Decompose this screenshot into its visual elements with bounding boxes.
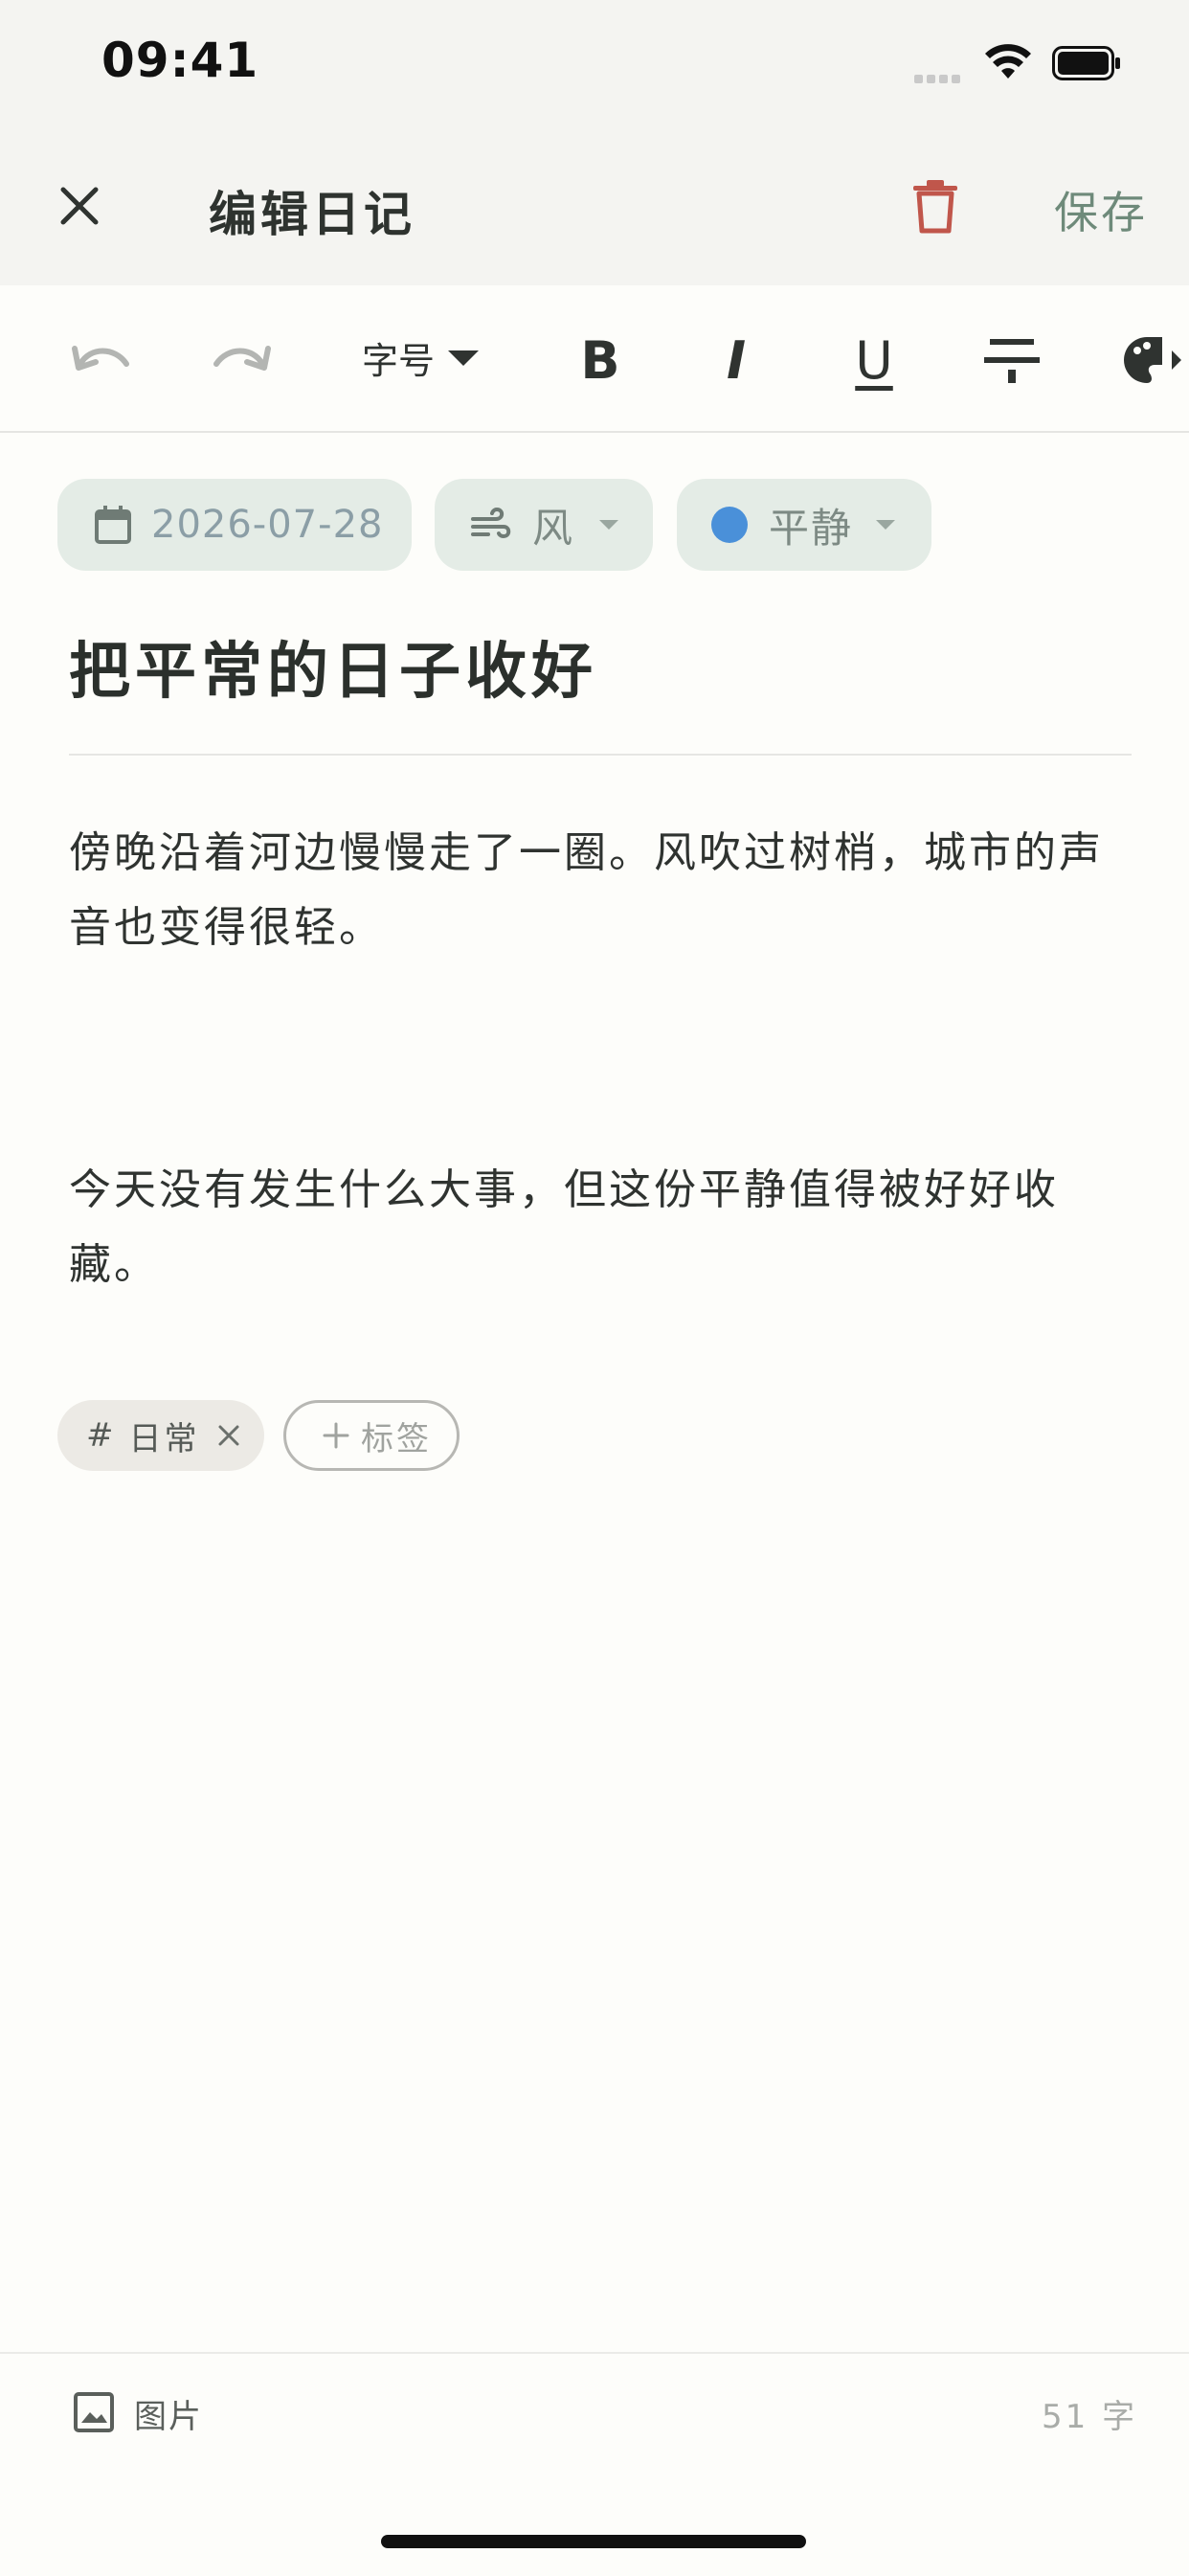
save-button[interactable]: 保存 [1054, 178, 1148, 241]
status-time: 09:41 [101, 33, 259, 88]
add-tag-button[interactable]: 标签 [283, 1400, 460, 1471]
date-chip[interactable]: 2026-07-28 [57, 479, 412, 571]
bold-button[interactable]: B [567, 330, 634, 391]
insert-image-button[interactable]: 图片 [134, 2390, 203, 2437]
format-toolbar: 字号 B I U [0, 285, 1189, 433]
font-size-dropdown[interactable]: 字号 [362, 331, 480, 384]
chevron-down-icon [876, 520, 896, 530]
cellular-signal-icon [914, 69, 968, 83]
entry-paragraph[interactable]: 今天没有发生什么大事，但这份平静值得被好好收藏。 [69, 1153, 1132, 1302]
tag-chip[interactable]: # 日常 [57, 1400, 264, 1471]
weather-chip[interactable]: 风 [435, 479, 653, 571]
redo-icon[interactable] [207, 335, 274, 385]
add-tag-label: 标签 [361, 1419, 432, 1458]
mood-chip[interactable]: 平静 [677, 479, 931, 571]
close-icon[interactable] [56, 182, 103, 230]
entry-title[interactable]: 把平常的日子收好 [69, 622, 597, 711]
tag-hash: # [86, 1416, 114, 1455]
italic-button[interactable]: I [703, 330, 770, 391]
home-indicator[interactable] [381, 2535, 806, 2548]
undo-icon[interactable] [69, 335, 136, 385]
chevron-down-icon [448, 350, 480, 366]
title-divider [69, 754, 1132, 756]
entry-paragraph[interactable]: 傍晚沿着河边慢慢走了一圈。风吹过树梢，城市的声音也变得很轻。 [69, 816, 1132, 965]
word-count: 51 字 [1042, 2398, 1138, 2436]
tag-label: 日常 [128, 1419, 200, 1458]
wind-icon [471, 508, 511, 539]
plus-icon [323, 1422, 349, 1449]
page-title: 编辑日记 [209, 187, 415, 242]
calendar-icon [95, 506, 131, 544]
image-icon[interactable] [73, 2391, 115, 2433]
strikethrough-icon[interactable] [978, 335, 1045, 385]
battery-icon [1052, 46, 1120, 80]
font-size-label: 字号 [362, 340, 436, 382]
mood-color-dot [711, 507, 748, 543]
wifi-icon [985, 44, 1031, 79]
trash-icon[interactable] [909, 178, 961, 234]
underline-button[interactable]: U [841, 330, 908, 391]
date-value: 2026-07-28 [151, 503, 384, 547]
close-icon[interactable] [217, 1424, 240, 1447]
color-palette-icon[interactable] [1118, 335, 1189, 385]
chevron-down-icon [599, 520, 619, 530]
weather-value: 风 [532, 504, 573, 552]
mood-value: 平静 [769, 504, 854, 552]
